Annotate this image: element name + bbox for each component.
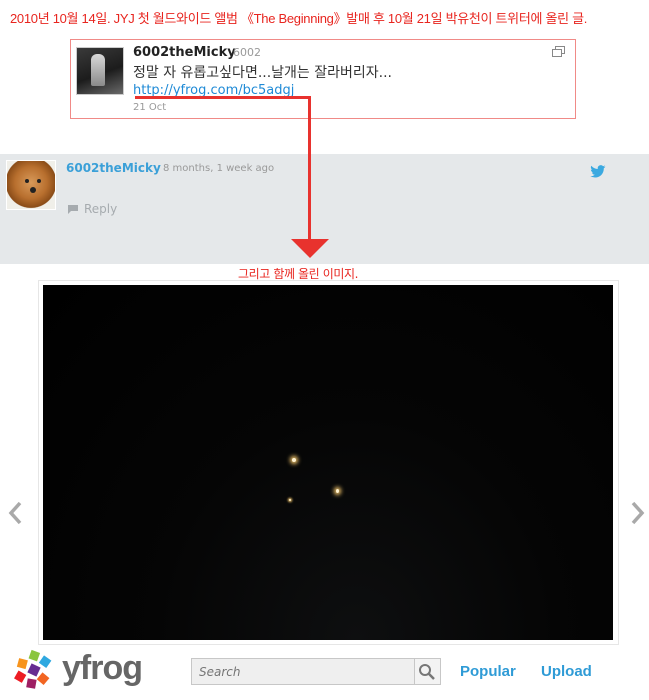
annotation-connector-line bbox=[308, 97, 311, 240]
search-input[interactable] bbox=[192, 659, 414, 684]
next-arrow-icon[interactable] bbox=[629, 500, 647, 526]
tweet-date: 21 Oct bbox=[133, 102, 167, 113]
search-divider bbox=[414, 659, 415, 684]
popular-link[interactable]: Popular bbox=[460, 663, 516, 680]
tweet-author-name[interactable]: 6002theMicky bbox=[133, 45, 236, 60]
photo-light-point bbox=[289, 499, 291, 501]
avatar[interactable] bbox=[6, 160, 56, 210]
annotation-arrow-down-icon bbox=[291, 239, 329, 258]
caption-top: 2010년 10월 14일. JYJ 첫 월드와이드 앨범 《The Begin… bbox=[10, 11, 588, 26]
photo-light-point bbox=[292, 458, 296, 462]
comment-author-name[interactable]: 6002theMicky bbox=[66, 161, 161, 175]
tweet-photo-thumbnail[interactable] bbox=[76, 47, 124, 95]
yfrog-flower-icon bbox=[14, 649, 52, 689]
comment-timestamp: 8 months, 1 week ago bbox=[163, 163, 275, 174]
twitter-bird-icon[interactable] bbox=[590, 165, 606, 178]
reply-label: Reply bbox=[84, 202, 118, 216]
speech-bubble-icon bbox=[68, 204, 78, 214]
tweet-author-handle: 6002 bbox=[233, 46, 261, 59]
gallery-icon[interactable] bbox=[552, 46, 565, 57]
upload-link[interactable]: Upload bbox=[541, 663, 592, 680]
tweet-text: 정말 자 유롭고싶다면...날개는 잘라버리자... bbox=[133, 65, 393, 81]
embedded-tweet-card: 6002theMicky 6002 정말 자 유롭고싶다면...날개는 잘라버리… bbox=[70, 39, 576, 119]
search-icon[interactable] bbox=[418, 663, 436, 681]
previous-arrow-icon[interactable] bbox=[6, 500, 24, 526]
search-box bbox=[191, 658, 441, 685]
main-photo[interactable] bbox=[43, 285, 613, 640]
annotation-underline bbox=[135, 96, 311, 99]
photo-light-point bbox=[336, 489, 339, 493]
reply-button[interactable]: Reply bbox=[67, 202, 117, 216]
logo-wordmark: yfrog bbox=[62, 649, 143, 687]
yfrog-logo[interactable]: yfrog bbox=[14, 649, 164, 691]
